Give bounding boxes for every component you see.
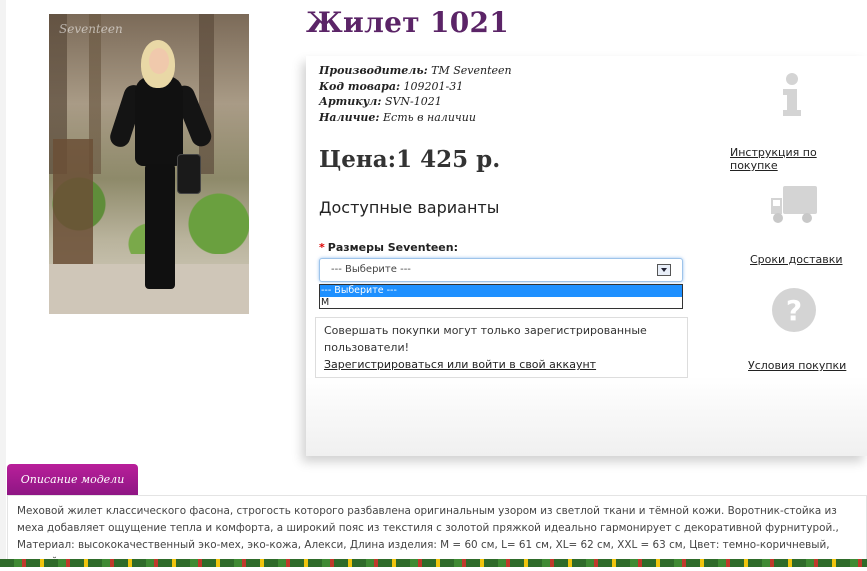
size-select-label: * Размеры Seventeen: xyxy=(319,241,458,254)
photo-model-bag xyxy=(177,154,201,194)
login-notice: Совершать покупки могут только зарегистр… xyxy=(315,317,688,378)
truck-icon[interactable] xyxy=(769,184,819,226)
size-select[interactable]: --- Выберите --- xyxy=(319,258,683,282)
register-login-link[interactable]: Зарегистрироваться или войти в свой акка… xyxy=(324,358,596,371)
product-title: Жилет 1021 xyxy=(306,6,510,39)
left-edge-strip xyxy=(0,0,6,567)
manufacturer-row: Производитель: TM Seventeen xyxy=(319,63,512,79)
info-icon[interactable] xyxy=(778,72,806,118)
manufacturer-value: TM Seventeen xyxy=(431,64,512,77)
product-photo[interactable]: Seventeen xyxy=(49,14,249,314)
product-price: Цена:1 425 р. xyxy=(319,146,501,173)
photo-model-legs xyxy=(145,164,175,289)
manufacturer-label: Производитель: xyxy=(319,64,428,77)
article-value: SVN-1021 xyxy=(384,95,442,108)
size-option[interactable]: --- Выберите --- xyxy=(320,285,682,297)
photo-watermark: Seventeen xyxy=(59,22,123,36)
article-label: Артикул: xyxy=(319,95,382,108)
delivery-link[interactable]: Сроки доставки xyxy=(750,253,843,266)
availability-value: Есть в наличии xyxy=(383,110,476,124)
tab-description[interactable]: Описание модели xyxy=(7,464,138,495)
availability-label: Наличие: xyxy=(319,110,380,124)
code-label: Код товара: xyxy=(319,79,401,93)
code-value: 109201-31 xyxy=(403,79,464,93)
size-label-text: Размеры Seventeen: xyxy=(327,241,458,254)
product-info: Производитель: TM Seventeen Код товара: … xyxy=(319,63,512,125)
login-notice-text: Совершать покупки могут только зарегистр… xyxy=(324,324,647,354)
photo-model-vest xyxy=(135,76,183,166)
terms-link[interactable]: Условия покупки xyxy=(748,359,846,372)
availability-row: Наличие: Есть в наличии xyxy=(319,110,512,126)
size-select-value: --- Выберите --- xyxy=(331,264,411,275)
size-option[interactable]: M xyxy=(320,297,682,309)
code-row: Код товара: 109201-31 xyxy=(319,79,512,95)
instruction-link[interactable]: Инструкция по покупке xyxy=(730,146,867,172)
size-dropdown-list[interactable]: --- Выберите --- M xyxy=(319,284,683,309)
svg-text:?: ? xyxy=(786,294,802,327)
variants-heading: Доступные варианты xyxy=(319,198,500,217)
required-mark: * xyxy=(319,241,325,254)
festive-garland xyxy=(0,559,867,567)
question-icon[interactable]: ? xyxy=(771,287,817,333)
chevron-down-icon[interactable] xyxy=(657,264,671,276)
article-row: Артикул: SVN-1021 xyxy=(319,94,512,110)
photo-model-face xyxy=(149,48,169,74)
